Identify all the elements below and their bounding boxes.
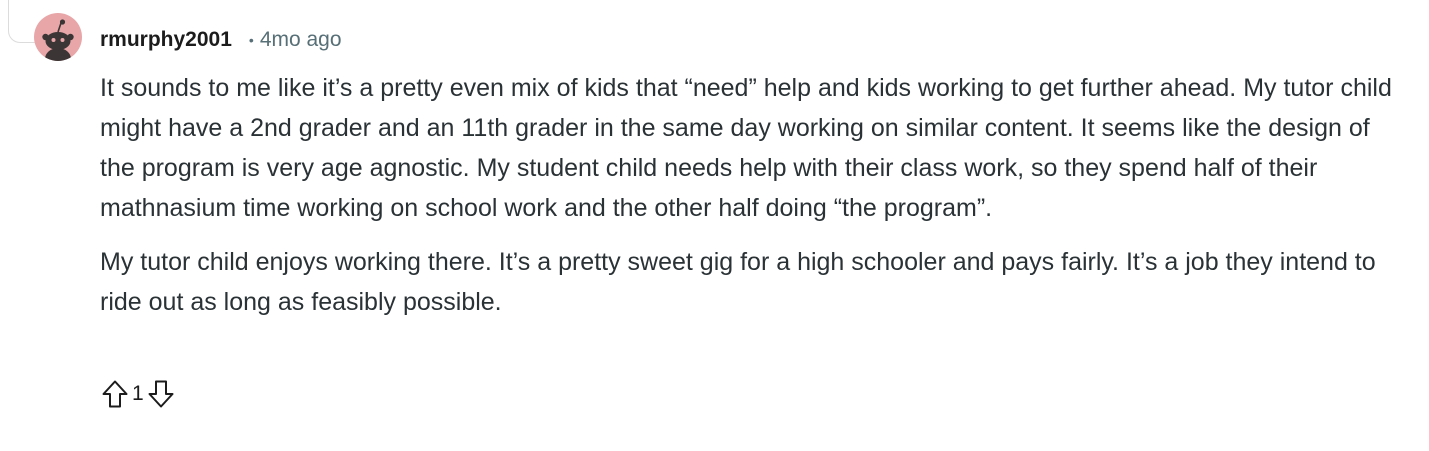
author-link[interactable]: rmurphy2001	[100, 28, 232, 52]
snoo-avatar-icon	[42, 19, 74, 61]
upvote-button[interactable]	[99, 377, 131, 411]
comment-paragraph: My tutor child enjoys working there. It’…	[100, 248, 1376, 316]
comment-paragraph: It sounds to me like it’s a pretty even …	[100, 74, 1392, 222]
timestamp[interactable]: 4mo ago	[260, 28, 342, 52]
thread-line[interactable]	[8, 0, 35, 43]
user-avatar[interactable]	[34, 13, 82, 61]
vote-score: 1	[132, 382, 144, 405]
downvote-arrow-icon	[148, 380, 174, 408]
comment-body: It sounds to me like it’s a pretty even …	[100, 68, 1400, 322]
comment-actions: 1	[99, 376, 177, 412]
downvote-button[interactable]	[145, 377, 177, 411]
meta-separator: •	[248, 32, 254, 48]
comment-meta: rmurphy2001 • 4mo ago	[100, 26, 342, 54]
comment: rmurphy2001 • 4mo ago It sounds to me li…	[0, 0, 1429, 451]
upvote-arrow-icon	[102, 380, 128, 408]
